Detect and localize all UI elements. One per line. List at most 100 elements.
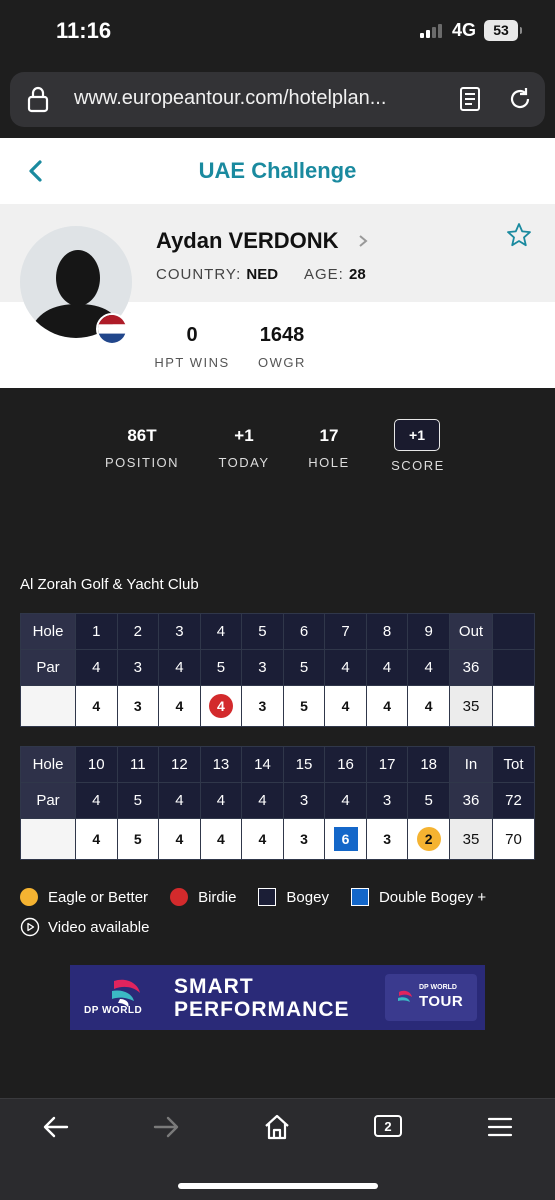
empty-cell bbox=[492, 649, 535, 686]
country-label: COUNTRY: bbox=[156, 266, 242, 283]
tabs-count-button[interactable]: 2 bbox=[374, 1115, 402, 1137]
hole-stat: 17 HOLE bbox=[302, 426, 356, 470]
owgr-stat: 1648 OWGR bbox=[246, 324, 318, 370]
score-value: 3 bbox=[282, 818, 326, 860]
score-value: 3 bbox=[116, 685, 160, 727]
chevron-right-icon[interactable] bbox=[357, 234, 369, 248]
score-mark: 4 bbox=[217, 831, 225, 847]
par-value: 4 bbox=[365, 649, 409, 686]
par-value: 4 bbox=[158, 782, 201, 819]
legend-birdie-label: Birdie bbox=[198, 888, 237, 906]
advertisement-banner[interactable]: DP WORLD SMART PERFORMANCE DP WORLD TOUR bbox=[70, 965, 485, 1030]
score-mark: 5 bbox=[300, 698, 308, 714]
home-icon[interactable] bbox=[262, 1113, 292, 1141]
par-value: 3 bbox=[116, 649, 160, 686]
score-mark: 3 bbox=[258, 698, 267, 714]
favorite-star-icon[interactable] bbox=[506, 222, 532, 248]
hole-number: 10 bbox=[75, 746, 118, 783]
score-row-label bbox=[20, 818, 76, 860]
owgr-value: 1648 bbox=[259, 324, 305, 346]
par-row-label: Par bbox=[20, 649, 76, 686]
score-stat: SCORE bbox=[380, 458, 456, 473]
par-grand-total: 72 bbox=[492, 782, 535, 819]
score-value: 4 bbox=[241, 818, 284, 860]
eagle-mark: 2 bbox=[416, 827, 441, 851]
par-value: 4 bbox=[158, 649, 201, 686]
front-nine-scorecard: Hole 1 2 3 4 5 6 7 8 9 Out Par 4 3 4 5 3… bbox=[20, 613, 535, 727]
par-value: 5 bbox=[282, 649, 326, 686]
legend-double-bogey-label: Double Bogey + bbox=[378, 888, 487, 906]
hole-number: 15 bbox=[282, 746, 326, 783]
hole-value: 17 bbox=[319, 426, 339, 445]
forward-arrow-icon[interactable] bbox=[151, 1113, 181, 1141]
legend-eagle: Eagle or Better bbox=[20, 888, 148, 906]
hole-number: 12 bbox=[158, 746, 201, 783]
signal-icon bbox=[420, 24, 442, 38]
score-mark: 4 bbox=[92, 831, 101, 847]
legend-video: Video available bbox=[20, 917, 149, 937]
score-mark: 5 bbox=[133, 831, 142, 847]
score-legend: Eagle or Better Birdie Bogey Double Boge… bbox=[20, 888, 508, 906]
menu-icon[interactable] bbox=[485, 1113, 515, 1141]
score-value: 4 bbox=[75, 818, 118, 860]
hpt-wins-stat: 0 HPT WINS bbox=[152, 324, 232, 370]
today-value: +1 bbox=[234, 426, 254, 445]
par-value: 4 bbox=[324, 649, 367, 686]
hpt-wins-label: HPT WINS bbox=[154, 355, 230, 370]
score-value: 5 bbox=[282, 685, 326, 727]
address-bar[interactable]: www.europeantour.com/hotelplan... bbox=[10, 72, 545, 127]
ad-headline-1: SMART bbox=[174, 975, 254, 998]
score-value: 3 bbox=[241, 685, 284, 727]
back-score-row: 4 5 4 4 4 3 6 3 2 35 70 bbox=[20, 818, 535, 860]
network-type: 4G bbox=[452, 20, 477, 40]
par-value: 3 bbox=[282, 782, 326, 819]
out-label: Out bbox=[449, 613, 493, 650]
course-name: Al Zorah Golf & Yacht Club bbox=[20, 576, 199, 593]
home-indicator bbox=[178, 1183, 378, 1189]
ad-brand: DP WORLD bbox=[84, 1005, 143, 1016]
dp-world-tour-logo: DP WORLD TOUR bbox=[385, 974, 477, 1021]
back-nine-scorecard: Hole 10 11 12 13 14 15 16 17 18 In Tot P… bbox=[20, 746, 535, 860]
in-label: In bbox=[449, 746, 493, 783]
back-arrow-icon[interactable] bbox=[41, 1113, 71, 1141]
back-hole-row: Hole 10 11 12 13 14 15 16 17 18 In Tot bbox=[20, 746, 535, 783]
score-value: 4 bbox=[365, 685, 409, 727]
hole-row-label: Hole bbox=[20, 746, 76, 783]
empty-cell bbox=[492, 685, 535, 727]
hole-number: 8 bbox=[365, 613, 409, 650]
legend-eagle-label: Eagle or Better bbox=[48, 888, 149, 906]
par-value: 5 bbox=[116, 782, 160, 819]
position-label: POSITION bbox=[104, 455, 180, 470]
url-text[interactable]: www.europeantour.com/hotelplan... bbox=[74, 87, 386, 110]
score-mark: 4 bbox=[175, 698, 184, 714]
tour-big-text: TOUR bbox=[419, 993, 464, 1010]
score-mark: 3 bbox=[383, 831, 391, 847]
hole-number: 5 bbox=[241, 613, 284, 650]
reader-mode-icon[interactable] bbox=[456, 85, 484, 113]
par-out-total: 36 bbox=[449, 649, 493, 686]
tour-logo-icon bbox=[398, 990, 412, 1002]
hole-row-label: Hole bbox=[20, 613, 76, 650]
hole-number: 16 bbox=[324, 746, 367, 783]
score-value: 4 bbox=[324, 685, 367, 727]
age-label: AGE: bbox=[304, 266, 344, 283]
score-value: 4 bbox=[158, 818, 201, 860]
par-value: 4 bbox=[75, 649, 118, 686]
double-bogey-swatch-icon bbox=[350, 888, 369, 906]
par-in-total: 36 bbox=[449, 782, 493, 819]
score-mark: 4 bbox=[258, 831, 267, 847]
reload-icon[interactable] bbox=[506, 85, 534, 113]
hole-number: 11 bbox=[116, 746, 160, 783]
score-grand-total: 70 bbox=[492, 818, 535, 860]
hole-number: 17 bbox=[365, 746, 409, 783]
par-value: 4 bbox=[199, 782, 243, 819]
player-name[interactable]: Aydan VERDONK bbox=[156, 228, 339, 254]
par-value: 4 bbox=[324, 782, 367, 819]
tot-label: Tot bbox=[492, 746, 535, 783]
score-mark: 4 bbox=[383, 698, 391, 714]
score-mark: 3 bbox=[133, 698, 142, 714]
legend-video-label: Video available bbox=[48, 918, 150, 936]
status-bar: 11:16 4G 53 bbox=[0, 0, 555, 66]
score-value: 5 bbox=[116, 818, 160, 860]
score-value: 4 bbox=[407, 685, 450, 727]
